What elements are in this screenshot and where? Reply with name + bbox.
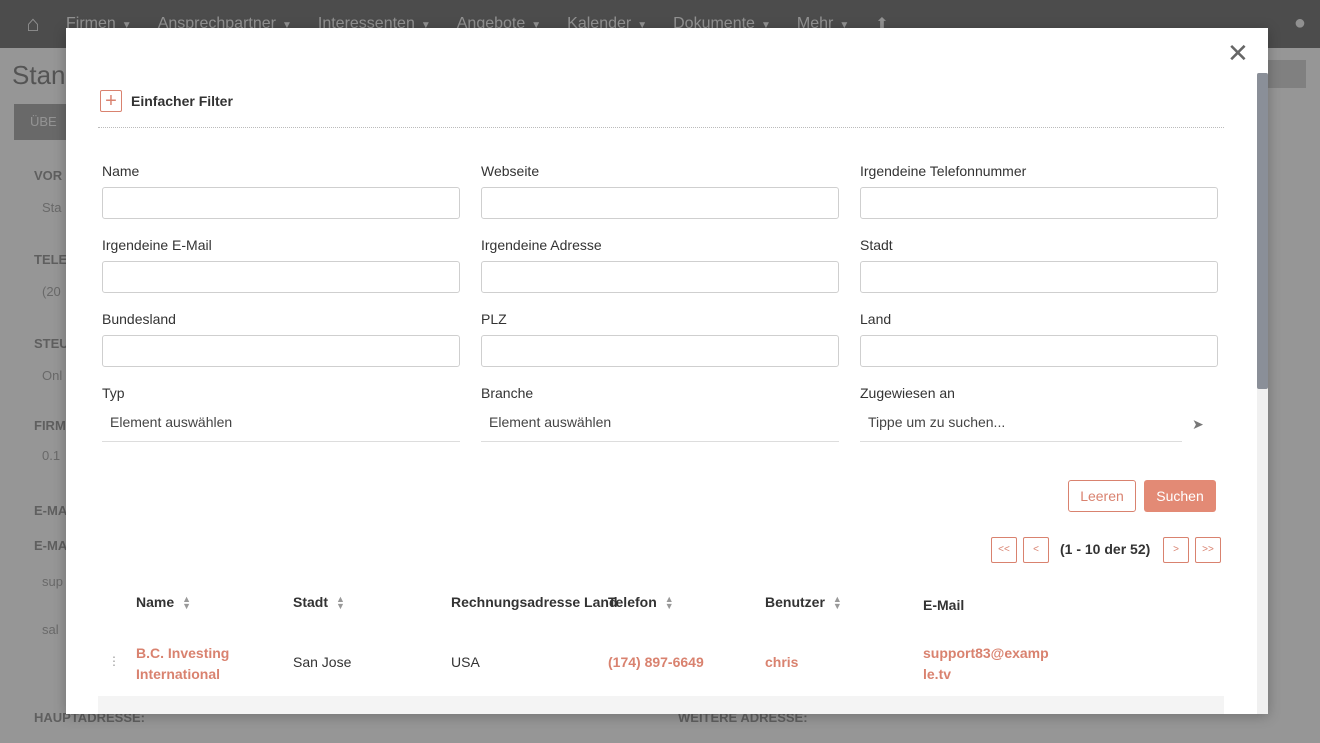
close-icon[interactable]: ✕ [1227, 40, 1249, 66]
website-label: Webseite [481, 163, 540, 179]
name-line[interactable]: International [136, 664, 229, 685]
assigned-label: Zugewiesen an [860, 385, 955, 401]
sort-icon[interactable]: ▲ ▼ [182, 595, 191, 611]
search-button[interactable]: Suchen [1144, 480, 1216, 512]
clear-button[interactable]: Leeren [1068, 480, 1136, 512]
city-label: Stadt [860, 237, 893, 253]
divider [98, 127, 1224, 128]
website-input[interactable] [481, 187, 839, 219]
zip-input[interactable] [481, 335, 839, 367]
next-page-button[interactable]: > [1163, 537, 1189, 563]
phone-label: Irgendeine Telefonnummer [860, 163, 1027, 179]
table-cell-user[interactable]: chris [765, 654, 798, 670]
table-cell-email[interactable]: support83@examp le.tv [923, 643, 1049, 685]
name-line[interactable]: B.C. Investing [136, 643, 229, 664]
table-cell-phone[interactable]: (174) 897-6649 [608, 654, 704, 670]
pager-info: (1 - 10 der 52) [1060, 541, 1151, 557]
column-header-user[interactable]: Benutzer ▲ ▼ [765, 594, 842, 611]
filter-modal: ✕ + Einfacher Filter Name Webseite Irgen… [66, 28, 1268, 714]
name-label: Name [102, 163, 140, 179]
column-header-phone[interactable]: Telefon ▲ ▼ [608, 594, 674, 611]
state-label: Bundesland [102, 311, 176, 327]
sort-icon[interactable]: ▲ ▼ [833, 595, 842, 611]
plus-icon[interactable]: + [100, 90, 122, 112]
prev-page-button[interactable]: < [1023, 537, 1049, 563]
filter-title[interactable]: Einfacher Filter [131, 93, 233, 109]
name-input[interactable] [102, 187, 460, 219]
assigned-search[interactable]: Tippe um zu suchen... [860, 408, 1182, 442]
sort-icon[interactable]: ▲ ▼ [336, 595, 345, 611]
address-input[interactable] [481, 261, 839, 293]
table-cell-name[interactable]: B.C. Investing International [136, 643, 229, 685]
mouse-cursor-icon: ➤ [1192, 416, 1204, 432]
column-header-billing-country[interactable]: Rechnungsadresse Land [451, 594, 618, 610]
sort-icon[interactable]: ▲ ▼ [665, 595, 674, 611]
industry-select[interactable]: Element auswählen [481, 408, 839, 442]
drag-handle-icon[interactable]: ⋮ [108, 654, 120, 668]
email-input[interactable] [102, 261, 460, 293]
last-page-button[interactable]: >> [1195, 537, 1221, 563]
state-input[interactable] [102, 335, 460, 367]
first-page-button[interactable]: << [991, 537, 1017, 563]
email-line[interactable]: support83@examp [923, 643, 1049, 664]
scrollbar-thumb[interactable] [1257, 73, 1268, 389]
table-cell-country: USA [451, 654, 480, 670]
column-header-name[interactable]: Name ▲ ▼ [136, 594, 191, 611]
phone-input[interactable] [860, 187, 1218, 219]
column-header-city[interactable]: Stadt ▲ ▼ [293, 594, 345, 611]
address-label: Irgendeine Adresse [481, 237, 602, 253]
type-label: Typ [102, 385, 125, 401]
email-line[interactable]: le.tv [923, 664, 1049, 685]
column-header-email[interactable]: E-Mail [923, 597, 964, 613]
table-cell-city: San Jose [293, 654, 352, 670]
industry-label: Branche [481, 385, 534, 401]
city-input[interactable] [860, 261, 1218, 293]
country-label: Land [860, 311, 892, 327]
zip-label: PLZ [481, 311, 507, 327]
country-input[interactable] [860, 335, 1218, 367]
email-label: Irgendeine E-Mail [102, 237, 212, 253]
table-row-next [98, 696, 1224, 714]
type-select[interactable]: Element auswählen [102, 408, 460, 442]
filter-header: + Einfacher Filter [100, 90, 233, 112]
